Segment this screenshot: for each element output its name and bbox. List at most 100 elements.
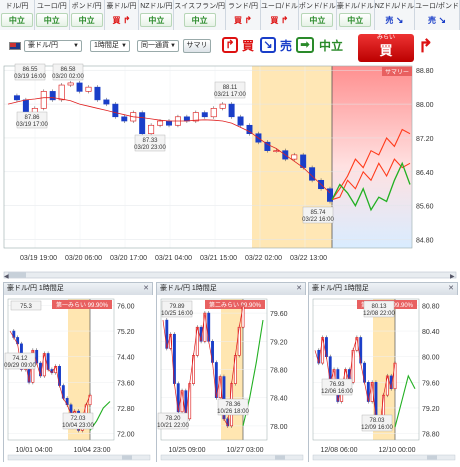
similar-chart-1[interactable]: 豪ドル/円 1時間足 ✕ 76.00 75.20 74.40 73.60 72.80 72… <box>3 282 154 462</box>
signal-cell[interactable]: ユーロ/円 中立 <box>34 0 70 30</box>
close-icon[interactable]: ✕ <box>448 283 454 295</box>
summary-button[interactable]: サマリ <box>183 39 211 53</box>
recommend-button[interactable]: みらい 買 <box>358 34 414 62</box>
neutral-label: 中立 <box>319 39 344 53</box>
similar-chart-3[interactable]: 豪ドル/円 1時間足 ✕ 80.80 80.40 80.00 79.60 79.20 78… <box>308 282 459 462</box>
signal-badge-neutral: 中立 <box>0 13 33 27</box>
price-annotation: 03/19 16:00 <box>14 74 46 80</box>
signal-cell[interactable]: NZドル/円 中立 <box>139 0 175 30</box>
x-tick-label: 03/22 02:00 <box>245 255 282 262</box>
signal-cell[interactable]: NZドル/ドル売 ↘ <box>374 0 416 30</box>
pair-name: ドル/円 <box>5 3 29 10</box>
chevron-down-icon: ▼ <box>170 43 176 49</box>
signal-badge-buy: 買 ↱ <box>270 15 289 25</box>
price-annotation: 80.13 <box>371 304 387 310</box>
pair-name: 豪ドル/ドル <box>336 3 374 10</box>
pair-name: ユーロ/ドル <box>260 3 298 10</box>
y-tick-label: 75.20 <box>117 329 135 336</box>
signal-cell[interactable]: ユーロ/ポンド売 ↘ <box>415 0 460 30</box>
price-candle <box>300 154 307 168</box>
y-tick-label: 86.40 <box>416 170 434 177</box>
scroll-right-icon: ▶ <box>450 274 455 280</box>
price-candle <box>228 103 235 118</box>
pair-name: NZドル/円 <box>140 3 173 10</box>
buy-arrow-icon: ↱ <box>278 15 289 25</box>
mini-chart-1-plot: 76.00 75.20 74.40 73.60 72.80 72.00 10/01 04:0… <box>4 295 154 462</box>
y-tick-label: 73.60 <box>117 380 135 387</box>
price-annotation: 87.86 <box>24 115 40 121</box>
close-icon[interactable]: ✕ <box>296 283 302 295</box>
y-tick-label: 72.80 <box>117 406 135 413</box>
price-annotation: 09/29 09:00 <box>4 363 36 369</box>
chevron-down-icon: ▼ <box>73 43 79 49</box>
signal-cell[interactable]: ポンド/ドル 中立 <box>298 0 337 30</box>
currency-flag-icon <box>9 42 21 50</box>
mini-scrollbar-thumb <box>122 455 132 460</box>
signal-cell[interactable]: ユーロ/ドル買 ↱ <box>260 0 299 30</box>
price-annotation: 74.12 <box>12 356 28 362</box>
signal-badge-neutral: 中立 <box>339 13 372 27</box>
y-tick-label: 79.60 <box>270 311 288 318</box>
price-annotation: 03/20 02:00 <box>52 74 84 80</box>
y-tick-label: 87.20 <box>416 136 434 143</box>
x-tick-label: 03/21 15:00 <box>200 255 237 262</box>
price-annotation: 12/08 22:00 <box>363 311 395 317</box>
similar-select[interactable]: 同一通貨 ▼ <box>137 40 179 52</box>
price-candle <box>58 84 65 101</box>
mini-scrollbar-thumb <box>275 455 285 460</box>
price-candle <box>148 124 155 135</box>
y-tick-label: 78.40 <box>270 396 288 403</box>
price-candle <box>157 120 164 126</box>
sell-arrow-icon: ↘ <box>435 15 447 25</box>
y-tick-label: 80.40 <box>422 329 440 336</box>
y-tick-label: 80.80 <box>422 303 440 310</box>
price-candle <box>49 91 56 101</box>
signal-cell[interactable]: ポンド/円 中立 <box>69 0 105 30</box>
price-candle <box>103 99 110 105</box>
price-annotation: 03/20 23:00 <box>134 145 166 151</box>
mini-chart-header: 豪ドル/円 1時間足 ✕ <box>309 283 457 295</box>
price-annotation: 79.89 <box>169 304 185 310</box>
y-tick-label: 78.80 <box>270 368 288 375</box>
signal-badge-neutral: 中立 <box>35 13 68 27</box>
y-tick-label: 79.20 <box>422 406 440 413</box>
signal-cell[interactable]: 豪ドル/ドル中立 <box>336 0 375 30</box>
x-tick-label: 03/22 13:00 <box>290 255 327 262</box>
signal-cell[interactable]: 豪ドル/円買 ↱ <box>104 0 140 30</box>
x-tick-label: 12/10 00:00 <box>379 447 416 454</box>
signal-cell[interactable]: ドル/円中立 <box>0 0 35 30</box>
close-icon[interactable]: ✕ <box>143 283 149 295</box>
scrollbar-thumb[interactable] <box>8 272 26 278</box>
mini-chart-title: 豪ドル/円 1時間足 <box>160 285 217 292</box>
pair-name: ポンド/円 <box>71 3 102 10</box>
price-candle <box>13 95 20 101</box>
timeframe-select[interactable]: 1時間足 ▼ <box>90 40 130 52</box>
price-candle <box>201 112 208 118</box>
price-candle <box>219 103 226 109</box>
scroll-left-icon: ◀ <box>4 274 9 280</box>
x-tick-label: 10/25 09:00 <box>169 447 206 454</box>
price-candle <box>210 108 217 118</box>
price-annotation: 78.20 <box>165 416 181 422</box>
price-candle <box>291 154 298 160</box>
signal-cell[interactable]: スイスフラン/円 中立 <box>174 0 227 30</box>
price-annotation: 10/21 22:00 <box>157 423 189 429</box>
toolbar: 豪ドル/円 ▼ 1時間足 ▼ 同一通貨 ▼ サマリ ↱ 買 ↘ 売 ➡ 中立 み… <box>0 34 460 62</box>
price-annotation: 86.58 <box>60 67 76 73</box>
signal-badge-sell: 売 ↘ <box>427 15 447 25</box>
mini-chart-3-plot: 80.80 80.40 80.00 79.60 79.20 78.80 12/08 06:0… <box>309 295 459 462</box>
pair-select[interactable]: 豪ドル/円 ▼ <box>24 40 82 52</box>
chart-scrollbar[interactable]: ◀ ▶ <box>0 270 460 280</box>
price-annotation: 87.33 <box>142 138 158 144</box>
price-candle <box>246 124 253 135</box>
price-candle <box>237 116 244 126</box>
similar-chart-2[interactable]: 豪ドル/円 1時間足 ✕ 79.60 79.20 78.80 78.40 78.00 10… <box>156 282 307 462</box>
price-annotation: 85.74 <box>310 210 326 216</box>
price-candle <box>139 112 146 135</box>
y-tick-label: 84.80 <box>416 238 434 245</box>
price-annotation: 03/19 17:00 <box>16 122 48 128</box>
similarity-badge: 第一みらい 99.90% <box>56 301 109 309</box>
summary-tag: サマリー <box>385 69 409 76</box>
price-annotation: 72.03 <box>70 416 86 422</box>
signal-cell[interactable]: ランド/円買 ↱ <box>226 0 261 30</box>
